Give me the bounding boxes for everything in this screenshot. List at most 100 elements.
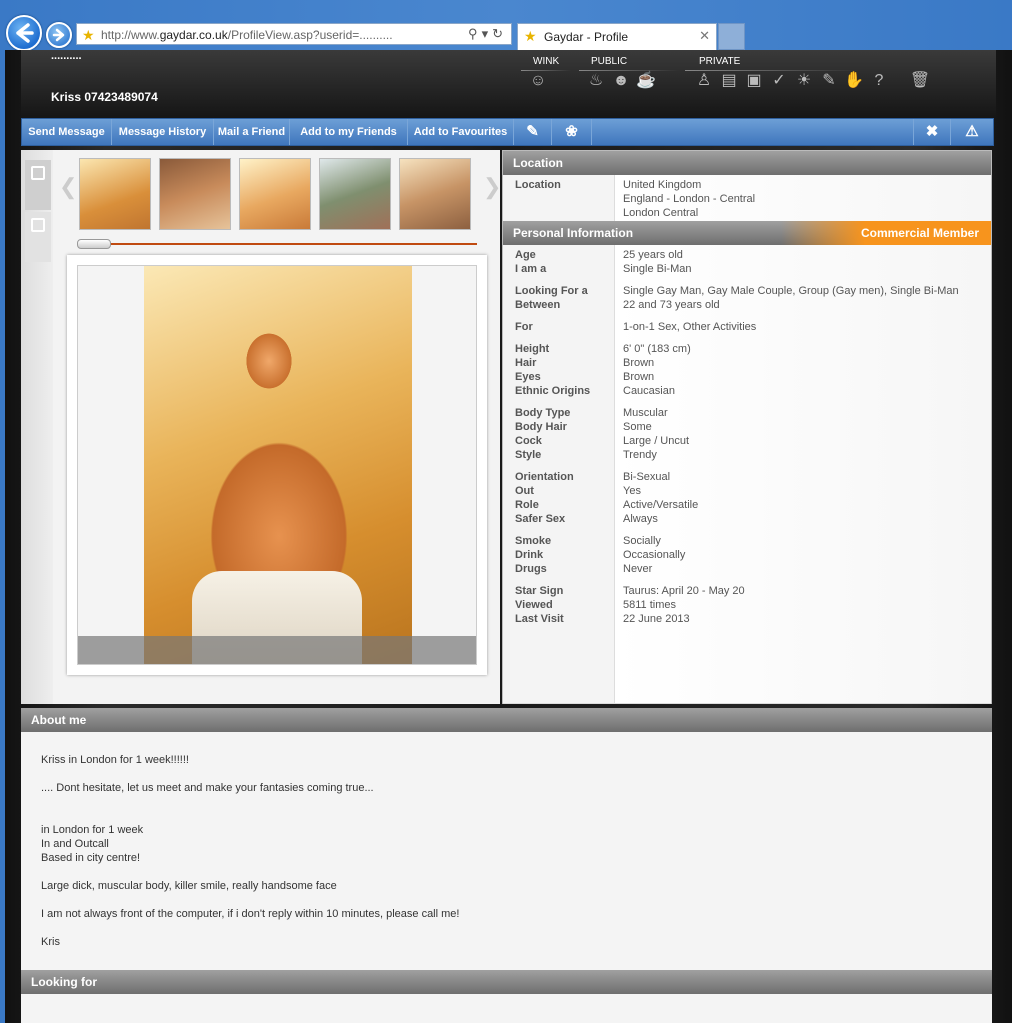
thumbnail[interactable] bbox=[159, 158, 231, 230]
user-icon[interactable]: ♙ bbox=[693, 70, 715, 92]
report-warning-icon[interactable]: ⚠ bbox=[951, 119, 993, 145]
detail-value: Occasionally bbox=[623, 549, 686, 561]
videos-tab[interactable] bbox=[25, 212, 51, 262]
smiley-icon[interactable]: ☻ bbox=[610, 70, 632, 92]
detail-label: Smoke bbox=[515, 535, 552, 547]
trash-icon[interactable]: 🗑 bbox=[909, 70, 931, 92]
detail-label: Height bbox=[515, 343, 550, 355]
about-me-line: In and Outcall bbox=[41, 838, 109, 850]
profile-details: Location Location United Kingdom England… bbox=[502, 150, 992, 744]
detail-value: Large / Uncut bbox=[623, 435, 690, 447]
thumbnail-strip bbox=[57, 156, 497, 232]
looking-for-section: Looking for bbox=[21, 970, 992, 1023]
detail-label: Viewed bbox=[515, 599, 553, 611]
detail-label: Out bbox=[515, 485, 534, 497]
wink-icon[interactable]: ☺ bbox=[527, 70, 549, 92]
thumbs-scrollbar-handle[interactable] bbox=[77, 239, 111, 249]
location-heading: Location bbox=[503, 151, 991, 175]
notes-icon[interactable]: ✎ bbox=[818, 70, 840, 92]
detail-row: Body Type Body Hair Cock Style Muscular Some L… bbox=[503, 403, 991, 468]
detail-label: Body Type bbox=[515, 407, 571, 419]
tab-close-icon[interactable]: ✕ bbox=[699, 28, 710, 44]
favicon-star-icon: ★ bbox=[82, 27, 95, 43]
send-message-button[interactable]: Send Message bbox=[22, 119, 112, 145]
detail-value: Caucasian bbox=[623, 385, 675, 397]
url-text: http://www.gaydar.co.uk/ProfileView.asp?… bbox=[101, 28, 393, 42]
dropdown-icon[interactable]: ▾ bbox=[482, 26, 493, 41]
detail-label: Body Hair bbox=[515, 421, 567, 433]
back-arrow-icon bbox=[16, 23, 34, 43]
personal-info-title: Personal Information bbox=[513, 226, 634, 240]
about-me-line bbox=[41, 767, 941, 781]
about-me-line bbox=[41, 921, 941, 935]
detail-label: Age bbox=[515, 249, 536, 261]
location-value: United Kingdom bbox=[623, 179, 702, 191]
detail-label: Drink bbox=[515, 549, 544, 561]
detail-value: Taurus: April 20 - May 20 bbox=[623, 585, 745, 597]
photos-tab[interactable] bbox=[25, 160, 51, 210]
thumbnail[interactable] bbox=[319, 158, 391, 230]
add-favourites-button[interactable]: Add to Favourites bbox=[408, 119, 514, 145]
about-me-line: Kris bbox=[41, 936, 60, 948]
photo-frame-icon bbox=[31, 166, 45, 180]
detail-value: 1-on-1 Sex, Other Activities bbox=[623, 321, 757, 333]
coffee-icon[interactable]: ☕ bbox=[635, 70, 657, 92]
header-dots: .......... bbox=[51, 50, 82, 62]
forward-arrow-icon bbox=[52, 28, 65, 42]
detail-label: Role bbox=[515, 499, 539, 511]
mail-friend-button[interactable]: Mail a Friend bbox=[214, 119, 290, 145]
thumbnail[interactable] bbox=[239, 158, 311, 230]
detail-label: Looking For a bbox=[515, 285, 588, 297]
check-icon[interactable]: ✓ bbox=[768, 70, 790, 92]
block-close-icon[interactable]: ✖ bbox=[913, 119, 951, 145]
about-me-line: Large dick, muscular body, killer smile,… bbox=[41, 880, 337, 892]
tab-favicon-icon: ★ bbox=[524, 28, 537, 44]
detail-value: 25 years old bbox=[623, 249, 683, 261]
thumbnail[interactable] bbox=[399, 158, 471, 230]
commercial-member-badge: Commercial Member bbox=[780, 221, 991, 245]
thumbnail[interactable] bbox=[79, 158, 151, 230]
hand-icon[interactable]: ✋ bbox=[843, 70, 865, 92]
detail-value: Brown bbox=[623, 357, 655, 369]
paw-icon[interactable]: ❀ bbox=[552, 119, 592, 145]
location-row: Location United Kingdom England - London… bbox=[503, 175, 991, 222]
address-bar[interactable]: ★ http://www.gaydar.co.uk/ProfileView.as… bbox=[76, 23, 512, 45]
add-friends-button[interactable]: Add to my Friends bbox=[290, 119, 408, 145]
gallery-sidebar bbox=[21, 150, 53, 704]
lightbulb-icon[interactable]: ☀ bbox=[793, 70, 815, 92]
forward-button[interactable] bbox=[46, 22, 72, 48]
question-icon[interactable]: ? bbox=[868, 70, 890, 92]
detail-row: Height Hair Eyes Ethnic Origins 6' 0" (183 c… bbox=[503, 339, 991, 404]
detail-value: Brown bbox=[623, 371, 655, 383]
detail-label: Last Visit bbox=[515, 613, 564, 625]
back-button[interactable] bbox=[6, 15, 42, 51]
personal-info-heading: Personal Information Commercial Member bbox=[503, 221, 991, 245]
message-history-button[interactable]: Message History bbox=[112, 119, 214, 145]
detail-value: Single Bi-Man bbox=[623, 263, 692, 275]
profile-name: Kriss 07423489074 bbox=[51, 90, 158, 104]
detail-value: Yes bbox=[623, 485, 641, 497]
contacts-icon[interactable]: ▤ bbox=[718, 70, 740, 92]
looking-for-heading: Looking for bbox=[21, 970, 992, 994]
edit-pencil-icon[interactable]: ✎ bbox=[514, 119, 552, 145]
private-label: PRIVATE bbox=[699, 56, 741, 67]
detail-label: Star Sign bbox=[515, 585, 564, 597]
photo-gallery: ❮ ❯ bbox=[21, 150, 501, 704]
new-tab-button[interactable] bbox=[718, 23, 745, 50]
main-photo[interactable] bbox=[77, 265, 477, 665]
search-icon[interactable]: ⚲ bbox=[468, 26, 482, 41]
about-me-line bbox=[41, 893, 941, 907]
tab-gaydar-profile[interactable]: ★ Gaydar - Profile ✕ bbox=[517, 23, 717, 50]
detail-value: Bi-Sexual bbox=[623, 471, 671, 483]
detail-value: Active/Versatile bbox=[623, 499, 699, 511]
refresh-icon[interactable]: ↻ bbox=[492, 26, 507, 41]
address-bar-icons[interactable]: ⚲▾↻ bbox=[468, 26, 507, 42]
detail-label: Style bbox=[515, 449, 542, 461]
location-value: London Central bbox=[623, 207, 699, 219]
detail-label: Orientation bbox=[515, 471, 574, 483]
flame-icon[interactable]: ♨ bbox=[585, 70, 607, 92]
photo-icon[interactable]: ▣ bbox=[743, 70, 765, 92]
about-me-text: Kriss in London for 1 week!!!!!! .... Don… bbox=[41, 753, 941, 949]
profile-toolbar: Send Message Message History Mail a Frie… bbox=[21, 118, 994, 146]
detail-value: 22 and 73 years old bbox=[623, 299, 720, 311]
